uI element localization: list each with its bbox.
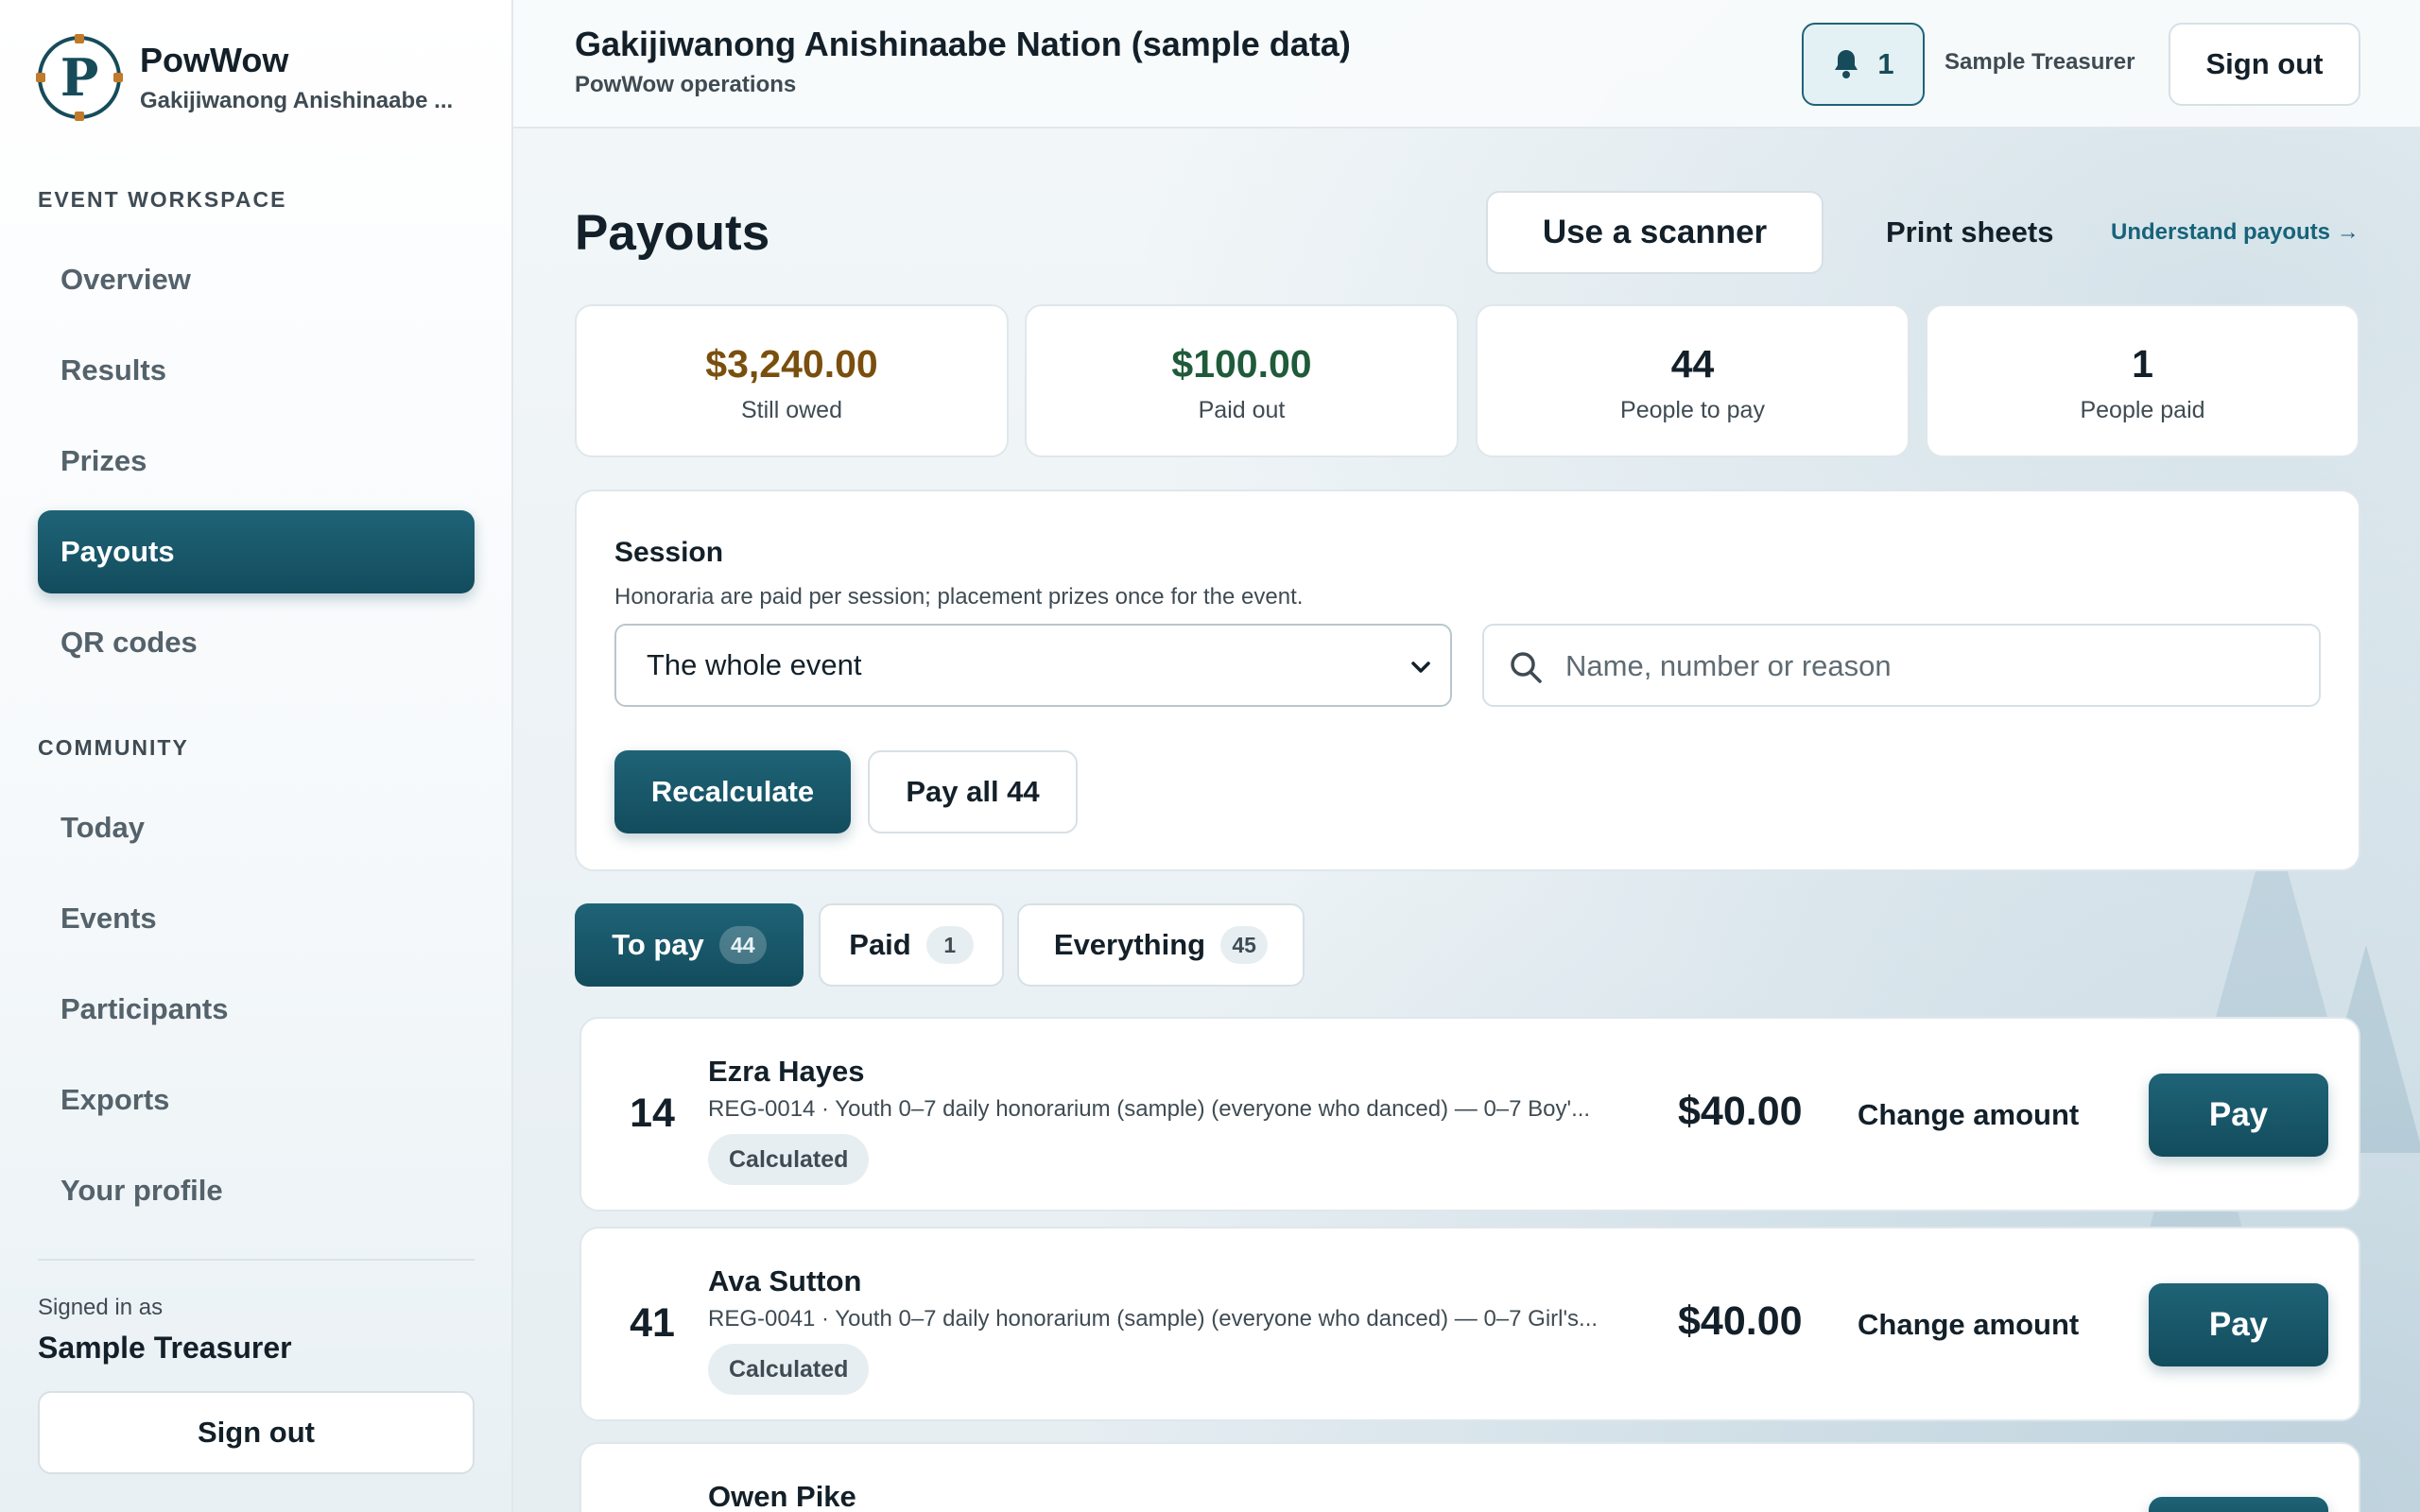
change-amount-button[interactable]: Change amount: [1858, 1098, 2079, 1132]
recalculate-button[interactable]: Recalculate: [614, 750, 851, 833]
pay-all-button[interactable]: Pay all 44: [868, 750, 1078, 833]
stat-people-paid: 1 People paid: [1926, 304, 2360, 457]
tab-count: 44: [718, 926, 767, 964]
sidebar-item-events[interactable]: Events: [38, 877, 475, 960]
search-input[interactable]: [1565, 641, 2293, 692]
pay-button[interactable]: [2149, 1497, 2328, 1512]
status-badge: Calculated: [708, 1134, 870, 1185]
session-title: Session: [614, 537, 724, 568]
session-selected-value: The whole event: [647, 648, 862, 681]
sidebar-item-results[interactable]: Results: [38, 329, 475, 412]
tab-label: Everything: [1053, 928, 1206, 961]
stat-value: $100.00: [1171, 342, 1312, 386]
nav-section-community: COMMUNITY: [38, 735, 189, 760]
tab-label: To pay: [612, 928, 704, 961]
sidebar-item-overview[interactable]: Overview: [38, 238, 475, 321]
sidebar-item-qr-codes[interactable]: QR codes: [38, 601, 475, 684]
pay-button[interactable]: Pay: [2149, 1283, 2328, 1366]
sidebar-sign-out-button[interactable]: Sign out: [38, 1391, 475, 1474]
tab-label: Paid: [849, 928, 911, 961]
sidebar-item-today[interactable]: Today: [38, 786, 475, 869]
sidebar-item-payouts[interactable]: Payouts: [38, 510, 475, 593]
nav-section-event-workspace: EVENT WORKSPACE: [38, 187, 287, 212]
stat-label: Still owed: [741, 397, 842, 423]
stat-label: People paid: [2080, 397, 2205, 423]
payout-amount: $40.00: [1678, 1089, 1803, 1134]
participant-name: Ezra Hayes: [708, 1055, 865, 1088]
notification-count: 1: [1877, 47, 1894, 80]
session-hint: Honoraria are paid per session; placemen…: [614, 584, 1304, 610]
payout-amount: $40.00: [1678, 1298, 1803, 1344]
sidebar: P PowWow Gakijiwanong Anishinaabe ... EV…: [0, 0, 513, 1512]
stat-value: $3,240.00: [705, 342, 878, 386]
page-title: Payouts: [575, 205, 770, 261]
header-sign-out-button[interactable]: Sign out: [2169, 23, 2360, 106]
org-subtitle: PowWow operations: [575, 72, 797, 97]
participant-number: 41: [630, 1300, 675, 1346]
brand-text: PowWow Gakijiwanong Anishinaabe ...: [140, 41, 453, 114]
signed-in-label: Signed in as: [38, 1295, 164, 1320]
org-short-name: Gakijiwanong Anishinaabe ...: [140, 88, 454, 113]
payout-description: REG-0041 · Youth 0–7 daily honorarium (s…: [708, 1306, 1599, 1332]
sidebar-divider: [38, 1259, 475, 1261]
tab-count: 1: [925, 926, 974, 964]
bell-icon: [1835, 50, 1858, 78]
payout-row: 14 Ezra Hayes REG-0014 · Youth 0–7 daily…: [579, 1017, 2360, 1211]
compass-logo-icon: P: [36, 34, 123, 121]
status-badge: Calculated: [708, 1344, 870, 1395]
app-name: PowWow: [140, 41, 289, 79]
sidebar-item-your-profile[interactable]: Your profile: [38, 1149, 475, 1232]
tab-to-pay[interactable]: To pay 44: [575, 903, 804, 987]
stat-label: Paid out: [1198, 397, 1286, 423]
stat-value: 44: [1670, 342, 1715, 386]
notifications-button[interactable]: 1: [1802, 23, 1925, 106]
session-select[interactable]: The whole event: [614, 624, 1452, 707]
top-bar: Gakijiwanong Anishinaabe Nation (sample …: [513, 0, 2420, 129]
change-amount-button[interactable]: Change amount: [1858, 1308, 2079, 1342]
tab-paid[interactable]: Paid 1: [819, 903, 1004, 987]
participant-name: Owen Pike: [708, 1480, 856, 1512]
payout-row: 41 Ava Sutton REG-0041 · Youth 0–7 daily…: [579, 1227, 2360, 1421]
stat-paid-out: $100.00 Paid out: [1025, 304, 1459, 457]
understand-payouts-link[interactable]: Understand payouts →: [2111, 219, 2360, 246]
participant-number: 14: [630, 1091, 675, 1136]
stat-people-to-pay: 44 People to pay: [1476, 304, 1910, 457]
chevron-down-icon: [1411, 662, 1430, 673]
sidebar-item-prizes[interactable]: Prizes: [38, 420, 475, 503]
stat-value: 1: [2132, 342, 2153, 386]
sidebar-item-exports[interactable]: Exports: [38, 1058, 475, 1142]
payout-row: Owen Pike: [579, 1442, 2360, 1512]
tab-everything[interactable]: Everything 45: [1017, 903, 1305, 987]
payout-description: REG-0014 · Youth 0–7 daily honorarium (s…: [708, 1096, 1591, 1122]
main-content: Gakijiwanong Anishinaabe Nation (sample …: [513, 0, 2420, 1512]
logo-letter: P: [60, 47, 99, 108]
sidebar-item-participants[interactable]: Participants: [38, 968, 475, 1051]
stat-label: People to pay: [1620, 397, 1765, 423]
print-sheets-button[interactable]: Print sheets: [1886, 215, 2053, 249]
participant-name: Ava Sutton: [708, 1264, 862, 1297]
org-title: Gakijiwanong Anishinaabe Nation (sample …: [575, 25, 1351, 63]
signed-in-name: Sample Treasurer: [38, 1331, 292, 1365]
current-user-name: Sample Treasurer: [1945, 49, 2135, 75]
search-field[interactable]: [1482, 624, 2321, 707]
stat-still-owed: $3,240.00 Still owed: [575, 304, 1009, 457]
pay-button[interactable]: Pay: [2149, 1074, 2328, 1157]
tab-count: 45: [1220, 926, 1269, 964]
session-panel: Session Honoraria are paid per session; …: [575, 490, 2360, 871]
brand[interactable]: P PowWow Gakijiwanong Anishinaabe ...: [36, 34, 453, 121]
search-icon: [1511, 652, 1542, 683]
use-scanner-button[interactable]: Use a scanner: [1486, 191, 1824, 274]
